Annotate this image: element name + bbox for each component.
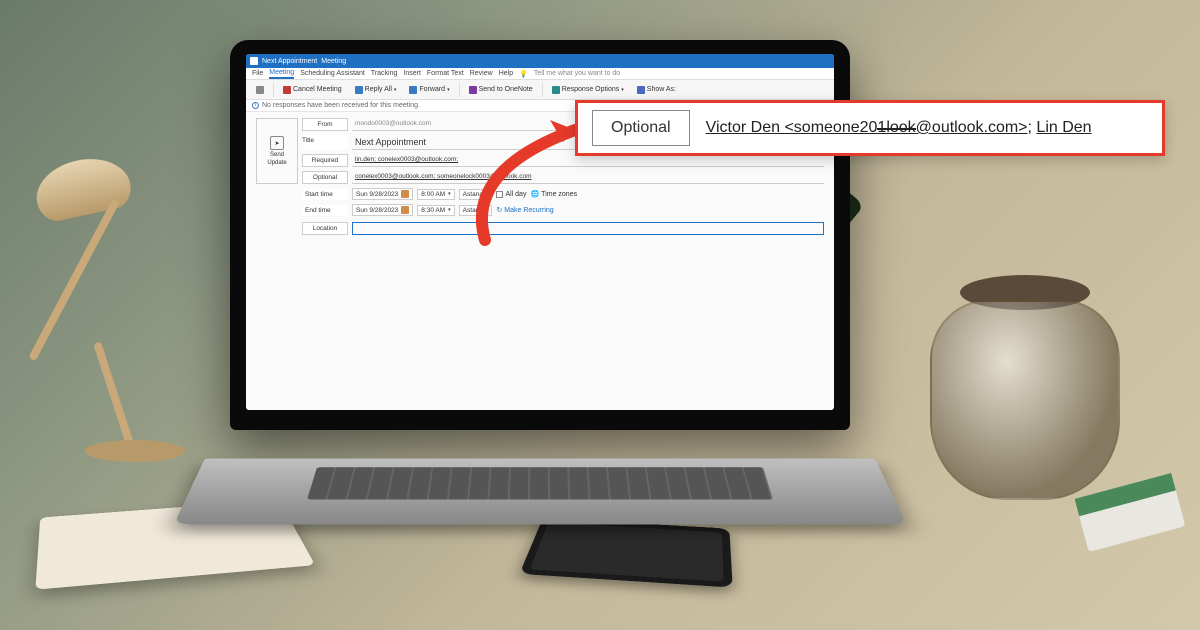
end-time-picker[interactable]: 8:30 AM▾ [417,205,454,216]
window-title-prefix: Next Appointment [262,58,317,65]
tab-format[interactable]: Format Text [427,70,464,77]
response-options-button[interactable]: Response Options▾ [548,84,628,96]
reply-all-button[interactable]: Reply All▾ [351,84,401,96]
show-as-button[interactable]: Show As: [633,84,680,96]
title-bar: Next Appointment Meeting [246,54,834,68]
end-date-picker[interactable]: Sun 9/28/2023 [352,204,413,216]
info-icon: i [252,102,259,109]
info-text: No responses have been received for this… [262,102,420,109]
tab-meeting[interactable]: Meeting [269,69,294,79]
box-prop [1075,473,1186,552]
optional-callout: Optional Victor Den <someone201look@outl… [575,100,1165,156]
outlook-app-icon [250,57,258,65]
tell-me-search[interactable]: Tell me what you want to do [534,70,620,77]
ribbon-tabs: File Meeting Scheduling Assistant Tracki… [246,68,834,80]
tab-insert[interactable]: Insert [403,70,421,77]
from-label[interactable]: From [302,118,348,131]
optional-button[interactable]: Optional [302,171,348,184]
undo-button[interactable] [252,84,268,96]
tab-review[interactable]: Review [470,70,493,77]
calendar-icon [401,206,409,214]
callout-optional-button[interactable]: Optional [592,110,690,146]
tab-help[interactable]: Help [499,70,513,77]
callout-attendees[interactable]: Victor Den <someone201look@outlook.com>;… [706,119,1092,137]
send-update-button[interactable]: ➤ Send Update [256,118,298,184]
location-button[interactable]: Location [302,222,348,235]
calendar-icon [401,190,409,198]
attendee-1[interactable]: Victor Den <someone201look@outlook.com> [706,119,1028,136]
jar-prop [930,300,1120,500]
start-date-picker[interactable]: Sun 9/28/2023 [352,188,413,200]
forward-button[interactable]: Forward▾ [405,84,453,96]
title-label: Title [302,135,348,150]
laptop-keyboard [174,459,906,525]
cancel-meeting-button[interactable]: Cancel Meeting [279,84,346,96]
attendee-2[interactable]: Lin Den [1036,119,1091,136]
tab-file[interactable]: File [252,70,263,77]
tab-scheduling[interactable]: Scheduling Assistant [300,70,365,77]
start-time-label: Start time [302,189,348,200]
tab-tracking[interactable]: Tracking [371,70,398,77]
ribbon-toolbar: Cancel Meeting Reply All▾ Forward▾ Send … [246,80,834,100]
start-time-picker[interactable]: 8:00 AM▾ [417,189,454,200]
end-time-label: End time [302,205,348,216]
send-icon: ➤ [270,136,284,150]
window-title-suffix: Meeting [321,58,346,65]
desk-lamp [10,80,230,460]
required-button[interactable]: Required [302,154,348,167]
send-to-onenote-button[interactable]: Send to OneNote [465,84,537,96]
